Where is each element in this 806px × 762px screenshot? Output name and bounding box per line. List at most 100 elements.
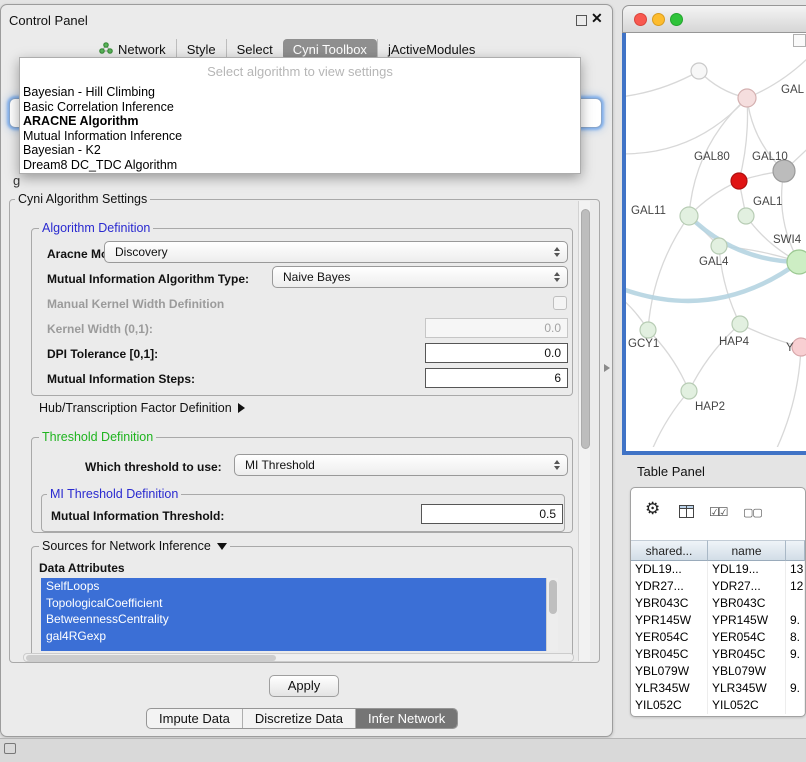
tab-label: Network bbox=[118, 42, 166, 57]
scrollbar-thumb[interactable] bbox=[26, 655, 276, 661]
table-row[interactable]: YDR27...YDR27...12 bbox=[631, 578, 805, 595]
table-cell: YPR145W bbox=[708, 612, 786, 629]
gear-icon[interactable]: ⚙ bbox=[645, 499, 660, 519]
mi-steps-label: Mutual Information Steps: bbox=[47, 372, 195, 386]
dropdown-item[interactable]: Mutual Information Inference bbox=[20, 129, 580, 144]
threshold-definition-title: Threshold Definition bbox=[39, 430, 156, 444]
network-edge[interactable] bbox=[626, 71, 699, 97]
splitter-collapse-arrow[interactable] bbox=[604, 364, 610, 372]
mi-threshold-field[interactable]: 0.5 bbox=[421, 504, 563, 524]
table-row[interactable]: YPR145WYPR145W9. bbox=[631, 612, 805, 629]
which-threshold-combo[interactable]: MI Threshold bbox=[234, 454, 568, 476]
network-node[interactable] bbox=[711, 238, 727, 254]
dpi-tolerance-field[interactable]: 0.0 bbox=[425, 343, 568, 363]
scrollbar-thumb[interactable] bbox=[581, 209, 590, 449]
table-row[interactable]: YER054CYER054C8. bbox=[631, 629, 805, 646]
table-cell bbox=[786, 697, 805, 714]
columns-icon[interactable] bbox=[679, 505, 694, 523]
node-label: HAP4 bbox=[719, 336, 750, 348]
column-header-name[interactable]: name bbox=[708, 540, 786, 561]
sources-disclosure[interactable]: Sources for Network Inference bbox=[39, 539, 230, 553]
table-row[interactable]: YIL052CYIL052C bbox=[631, 697, 805, 714]
network-edge[interactable] bbox=[689, 324, 740, 391]
scrollbar-corner-button[interactable] bbox=[793, 34, 806, 47]
select-all-checkboxes-icon[interactable]: ☑☑ bbox=[709, 505, 727, 519]
deselect-all-checkboxes-icon[interactable]: ▢▢ bbox=[743, 506, 762, 519]
close-traffic-light[interactable] bbox=[634, 13, 647, 26]
table-panel-window: ⚙ ☑☑ ▢▢ shared... name YDL19...YDL19...1… bbox=[630, 487, 806, 717]
hub-definition-label: Hub/Transcription Factor Definition bbox=[39, 401, 232, 415]
table-row[interactable]: YLR345WYLR345W9. bbox=[631, 680, 805, 697]
network-node[interactable] bbox=[732, 316, 748, 332]
settings-vertical-scrollbar[interactable] bbox=[578, 201, 590, 661]
dropdown-item[interactable]: Basic Correlation Inference bbox=[20, 100, 580, 115]
table-cell: YIL052C bbox=[631, 697, 708, 714]
table-cell: YBR045C bbox=[708, 646, 786, 663]
apply-button[interactable]: Apply bbox=[269, 675, 339, 697]
settings-horizontal-scrollbar[interactable] bbox=[23, 653, 574, 662]
network-node[interactable] bbox=[681, 383, 697, 399]
dropdown-item[interactable]: ARACNE Algorithm bbox=[20, 114, 580, 129]
dropdown-item[interactable]: Dream8 DC_TDC Algorithm bbox=[20, 158, 580, 173]
attribute-item[interactable]: SelfLoops bbox=[41, 578, 546, 595]
network-node[interactable] bbox=[792, 338, 806, 356]
panel-dock-icon[interactable] bbox=[4, 743, 16, 754]
tab-impute-data[interactable]: Impute Data bbox=[147, 709, 242, 728]
attribute-item[interactable] bbox=[41, 644, 546, 651]
table-cell bbox=[786, 663, 805, 680]
network-edge[interactable] bbox=[739, 98, 748, 181]
manual-kernel-width-checkbox[interactable] bbox=[553, 296, 567, 310]
table-row[interactable]: YDL19...YDL19...13 bbox=[631, 561, 805, 578]
attribute-item[interactable]: TopologicalCoefficient bbox=[41, 595, 546, 612]
list-vertical-scrollbar[interactable] bbox=[546, 578, 558, 651]
network-canvas[interactable]: GALGAL80GAL10GAL11GAL1SWI4GAL4GCY1HAP4YH… bbox=[622, 33, 806, 455]
dropdown-item[interactable]: Bayesian - K2 bbox=[20, 143, 580, 158]
zoom-traffic-light[interactable] bbox=[670, 13, 683, 26]
close-icon[interactable]: ✕ bbox=[591, 10, 603, 27]
network-node[interactable] bbox=[787, 250, 806, 274]
network-edge[interactable] bbox=[652, 391, 689, 447]
table-body: YDL19...YDL19...13YDR27...YDR27...12YBR0… bbox=[631, 561, 805, 717]
control-panel-window: Control Panel ✕ Network Style Select Cyn… bbox=[0, 4, 613, 737]
network-window-titlebar[interactable] bbox=[622, 5, 806, 33]
network-node[interactable] bbox=[640, 322, 656, 338]
dropdown-item[interactable]: Bayesian - Hill Climbing bbox=[20, 85, 580, 100]
minimize-traffic-light[interactable] bbox=[652, 13, 665, 26]
node-label: GAL1 bbox=[753, 196, 782, 208]
column-header-extra[interactable] bbox=[786, 540, 805, 561]
attribute-item[interactable]: BetweennessCentrality bbox=[41, 611, 546, 628]
network-edge[interactable] bbox=[782, 171, 799, 262]
table-cell bbox=[786, 595, 805, 612]
aracne-mode-combo[interactable]: Discovery bbox=[104, 241, 568, 263]
network-edge[interactable] bbox=[776, 347, 801, 447]
disclosure-down-icon[interactable] bbox=[217, 543, 227, 550]
obscured-text-fragment: g bbox=[13, 173, 20, 188]
table-row[interactable]: YBR043CYBR043C bbox=[631, 595, 805, 612]
network-node[interactable] bbox=[680, 207, 698, 225]
table-cell: YBL079W bbox=[631, 663, 708, 680]
table-row[interactable]: YBL079WYBL079W bbox=[631, 663, 805, 680]
hub-definition-disclosure[interactable]: Hub/Transcription Factor Definition bbox=[39, 401, 245, 415]
attribute-item[interactable]: gal4RGexp bbox=[41, 628, 546, 645]
mi-steps-field[interactable]: 6 bbox=[425, 368, 568, 388]
column-header-shared-name[interactable]: shared... bbox=[631, 540, 708, 561]
float-window-icon[interactable] bbox=[576, 15, 587, 26]
which-threshold-label: Which threshold to use: bbox=[85, 460, 222, 474]
network-node[interactable] bbox=[738, 208, 754, 224]
network-node[interactable] bbox=[691, 63, 707, 79]
tab-infer-network[interactable]: Infer Network bbox=[355, 709, 457, 728]
network-node[interactable] bbox=[738, 89, 756, 107]
network-edge[interactable] bbox=[626, 98, 747, 154]
network-node[interactable] bbox=[731, 173, 747, 189]
network-edge[interactable] bbox=[648, 216, 689, 330]
network-node[interactable] bbox=[773, 160, 795, 182]
kernel-width-field[interactable]: 0.0 bbox=[425, 318, 568, 338]
manual-kernel-width-label: Manual Kernel Width Definition bbox=[47, 297, 224, 311]
tab-discretize-data[interactable]: Discretize Data bbox=[242, 709, 355, 728]
table-cell: 9. bbox=[786, 680, 805, 697]
table-row[interactable]: YBR045CYBR045C9. bbox=[631, 646, 805, 663]
node-label: SWI4 bbox=[773, 234, 802, 246]
mi-algorithm-type-combo[interactable]: Naive Bayes bbox=[272, 266, 568, 288]
disclosure-right-icon[interactable] bbox=[238, 403, 245, 413]
scrollbar-thumb[interactable] bbox=[549, 580, 557, 614]
